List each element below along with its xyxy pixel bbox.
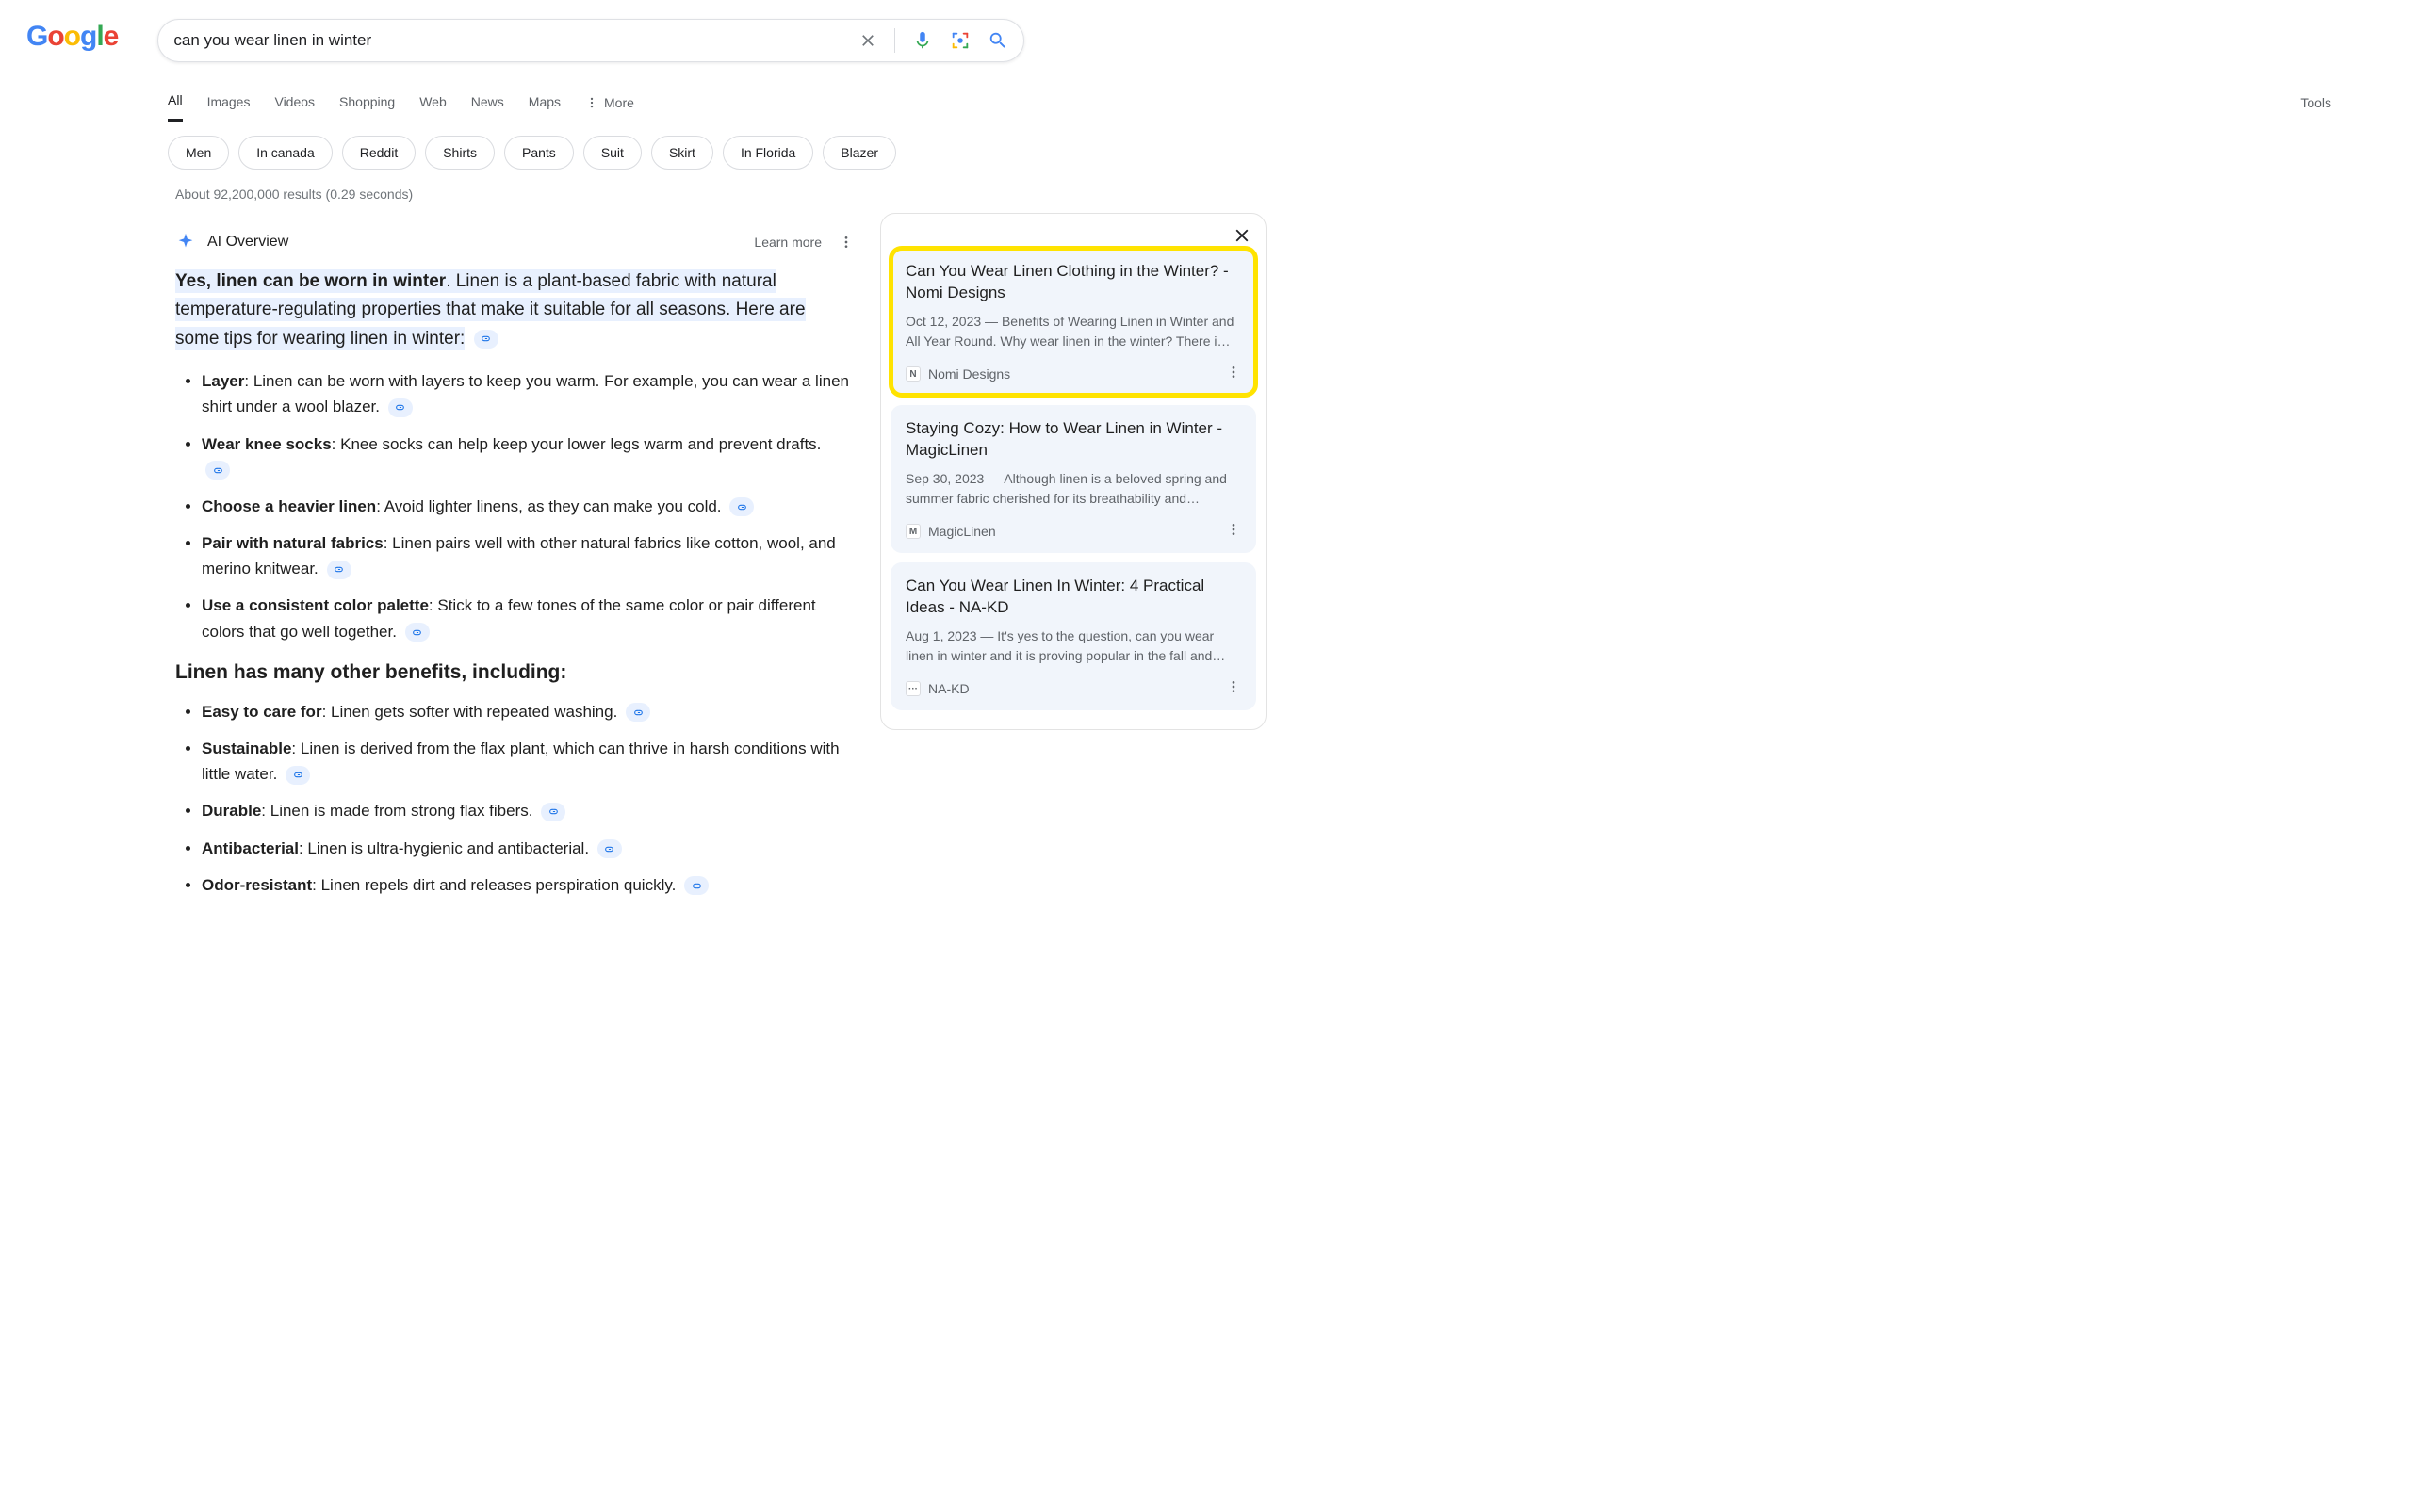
tab-maps[interactable]: Maps [529,85,561,121]
citation-link-icon[interactable] [405,623,430,642]
list-item: Pair with natural fabrics: Linen pairs w… [202,530,854,581]
tools-button[interactable]: Tools [2300,95,2331,110]
chips-row: Men In canada Reddit Shirts Pants Suit S… [0,122,2435,170]
benefits-list: Easy to care for: Linen gets softer with… [202,699,854,898]
learn-more-link[interactable]: Learn more [754,235,822,250]
source-snippet: Oct 12, 2023 — Benefits of Wearing Linen… [906,312,1241,351]
citation-link-icon[interactable] [327,561,351,579]
ai-overview-title: AI Overview [207,234,288,251]
source-title: Can You Wear Linen In Winter: 4 Practica… [906,576,1241,619]
search-box [157,19,1024,62]
result-stats: About 92,200,000 results (0.29 seconds) [0,170,2435,202]
tab-all[interactable]: All [168,83,183,122]
tab-web[interactable]: Web [419,85,447,121]
citation-link-icon[interactable] [474,330,498,349]
list-item: Wear knee socks: Knee socks can help kee… [202,431,854,482]
overflow-icon[interactable] [1226,679,1241,699]
list-item: Durable: Linen is made from strong flax … [202,798,854,823]
citation-link-icon[interactable] [729,497,754,516]
list-item: Easy to care for: Linen gets softer with… [202,699,854,724]
source-site: NNomi Designs [906,366,1010,382]
tab-shopping[interactable]: Shopping [339,85,395,121]
overflow-icon[interactable] [839,235,854,250]
search-input[interactable] [173,31,858,50]
citation-link-icon[interactable] [541,803,565,821]
overflow-icon[interactable] [1226,365,1241,384]
mic-icon[interactable] [912,30,933,51]
sparkle-icon [175,232,196,252]
citation-link-icon[interactable] [684,876,709,895]
chip[interactable]: Pants [504,136,574,170]
ai-overview-body: Yes, linen can be worn in winter. Linen … [175,268,854,353]
source-title: Staying Cozy: How to Wear Linen in Winte… [906,418,1241,462]
tab-more[interactable]: More [585,95,634,110]
citation-link-icon[interactable] [205,461,230,480]
favicon: ··· [906,681,921,696]
more-label: More [604,95,634,110]
chip[interactable]: In canada [238,136,333,170]
list-item: Sustainable: Linen is derived from the f… [202,736,854,787]
close-icon[interactable] [1232,225,1252,251]
search-icon[interactable] [988,30,1008,51]
clear-icon[interactable] [858,31,877,50]
citation-link-icon[interactable] [626,703,650,722]
favicon: M [906,524,921,539]
chip[interactable]: Reddit [342,136,416,170]
chip[interactable]: Suit [583,136,642,170]
list-item: Choose a heavier linen: Avoid lighter li… [202,494,854,519]
citation-link-icon[interactable] [286,766,310,785]
more-vert-icon [585,96,598,109]
source-card[interactable]: Staying Cozy: How to Wear Linen in Winte… [891,405,1256,553]
tab-videos[interactable]: Videos [274,85,315,121]
source-site: MMagicLinen [906,524,996,539]
source-snippet: Aug 1, 2023 — It's yes to the question, … [906,626,1241,666]
list-item: Use a consistent color palette: Stick to… [202,593,854,643]
list-item: Antibacterial: Linen is ultra-hygienic a… [202,836,854,861]
citation-link-icon[interactable] [388,398,413,417]
source-card[interactable]: Can You Wear Linen Clothing in the Winte… [891,248,1256,396]
benefits-heading: Linen has many other benefits, including… [175,661,854,684]
chip[interactable]: Skirt [651,136,713,170]
source-title: Can You Wear Linen Clothing in the Winte… [906,261,1241,304]
tips-list: Layer: Linen can be worn with layers to … [202,368,854,644]
chip[interactable]: In Florida [723,136,813,170]
source-site: ···NA-KD [906,681,970,696]
source-card[interactable]: Can You Wear Linen In Winter: 4 Practica… [891,562,1256,710]
favicon: N [906,366,921,382]
lens-icon[interactable] [950,30,971,51]
overflow-icon[interactable] [1226,522,1241,542]
list-item: Odor-resistant: Linen repels dirt and re… [202,872,854,898]
sources-panel: Can You Wear Linen Clothing in the Winte… [880,213,1267,730]
tab-images[interactable]: Images [207,85,251,121]
chip[interactable]: Blazer [823,136,896,170]
tabs-row: All Images Videos Shopping Web News Maps… [0,83,2435,122]
google-logo[interactable]: Google [26,19,118,53]
list-item: Layer: Linen can be worn with layers to … [202,368,854,419]
tab-news[interactable]: News [471,85,504,121]
citation-link-icon[interactable] [597,839,622,858]
chip[interactable]: Shirts [425,136,495,170]
source-snippet: Sep 30, 2023 — Although linen is a belov… [906,469,1241,509]
lead-bold: Yes, linen can be worn in winter [175,271,446,291]
divider [894,28,895,53]
chip[interactable]: Men [168,136,229,170]
